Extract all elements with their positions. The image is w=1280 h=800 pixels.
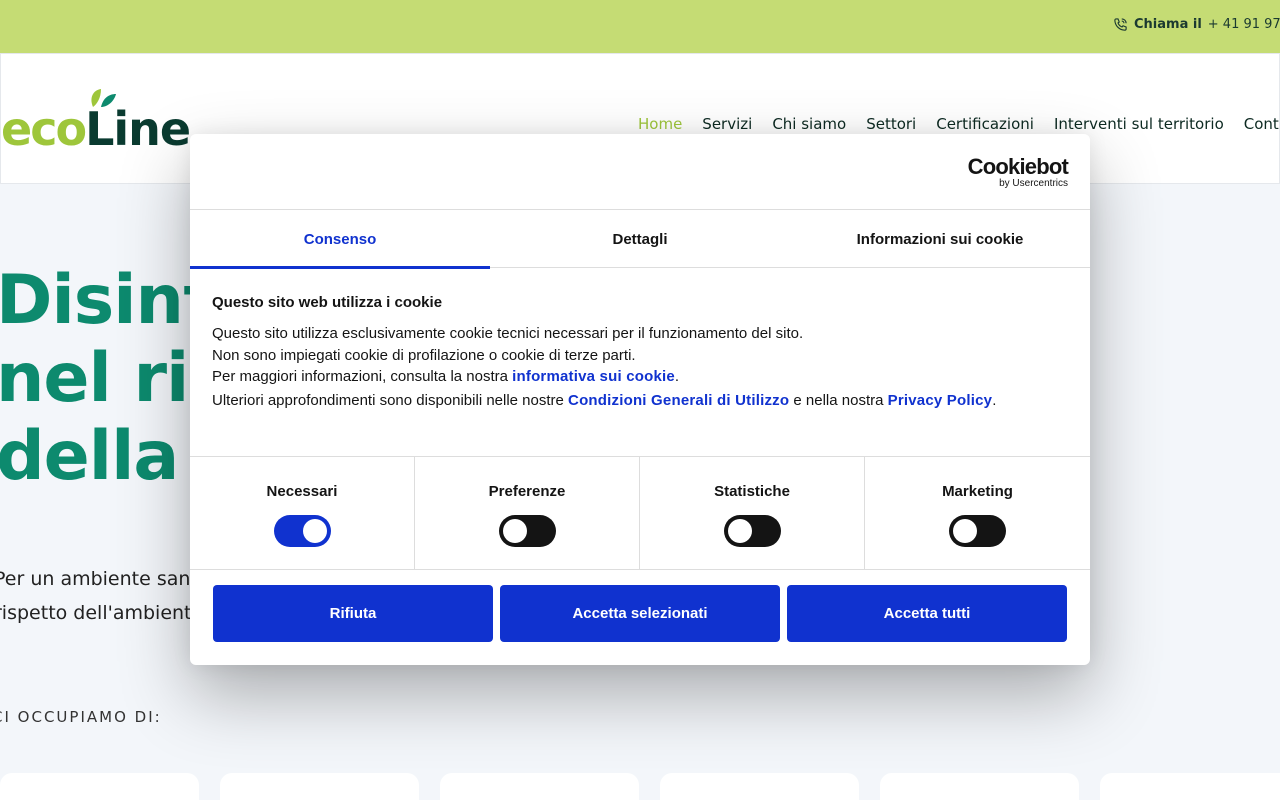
top-bar: Chiama il + 41 91 971 46 [0,0,1280,53]
nav-home[interactable]: Home [638,115,682,133]
nav-chi-siamo[interactable]: Chi siamo [772,115,846,133]
text-segment: . [992,391,997,409]
nav-certificazioni[interactable]: Certificazioni [936,115,1034,133]
tab-informazioni[interactable]: Informazioni sui cookie [790,210,1090,268]
dialog-actions: Rifiuta Accetta selezionati Accetta tutt… [213,585,1067,642]
preferenze-toggle[interactable] [498,515,556,547]
logo-text-line: Line [85,102,191,156]
dialog-tabs: Consenso Dettagli Informazioni sui cooki… [190,210,1090,269]
service-card[interactable] [0,773,199,800]
tab-dettagli[interactable]: Dettagli [490,210,790,268]
section-label: CI OCCUPIAMO DI: [0,708,162,726]
hero-subtitle-line: rispetto dell'ambiente [0,602,204,624]
text-segment: e nella nostra [789,391,888,409]
main-nav: Home Servizi Chi siamo Settori Certifica… [638,115,1279,133]
nav-contatti[interactable]: Conta [1244,115,1279,133]
nav-interventi[interactable]: Interventi sul territorio [1054,115,1224,133]
cookiebot-brand-sub: by Usercentrics [999,178,1068,189]
statistiche-toggle[interactable] [723,515,781,547]
logo-text-eco: eco [1,102,87,156]
category-label: Marketing [942,483,1013,500]
hero-subtitle: Per un ambiente sano rispetto dell'ambie… [0,562,203,630]
marketing-toggle[interactable] [949,515,1006,547]
category-preferenze: Preferenze [415,457,640,570]
dialog-text-line: Per maggiori informazioni, consulta la n… [212,366,1072,388]
toggle-knob [727,519,752,543]
category-label: Necessari [266,483,338,500]
cookie-policy-link[interactable]: informativa sui cookie [512,368,675,385]
hero-subtitle-line: Per un ambiente sano [0,568,203,590]
accept-selected-button[interactable]: Accetta selezionati [500,585,780,642]
call-label: Chiama il [1134,17,1202,32]
tab-consenso[interactable]: Consenso [190,210,490,269]
dialog-text-line: Non sono impiegati cookie di profilazion… [212,346,636,364]
service-card[interactable] [440,773,639,800]
phone-icon [1114,18,1127,31]
toggle-knob [302,519,327,543]
dialog-header: Cookiebot by Usercentrics [190,134,1090,210]
category-label: Statistiche [714,483,790,500]
text-segment: Per maggiori informazioni, consulta la n… [212,368,513,385]
ecoline-logo[interactable]: eco Line [1,88,191,156]
category-marketing: Marketing [865,457,1090,570]
text-segment: . [674,368,680,385]
privacy-policy-link[interactable]: Privacy Policy [888,392,993,409]
service-cards [0,773,1280,800]
phone-number: + 41 91 971 46 [1207,17,1280,32]
category-label: Preferenze [488,483,566,500]
service-card[interactable] [220,773,419,800]
reject-button[interactable]: Rifiuta [213,585,493,642]
category-necessari: Necessari [190,457,415,570]
dialog-heading: Questo sito web utilizza i cookie [212,294,443,311]
category-statistiche: Statistiche [640,457,865,570]
toggle-knob [502,519,527,543]
text-segment: Ulteriori approfondimenti sono disponibi… [212,391,569,409]
dialog-text-line: Ulteriori approfondimenti sono disponibi… [212,390,1072,412]
service-card[interactable] [880,773,1079,800]
service-card[interactable] [1100,773,1280,800]
dialog-text-line: Questo sito utilizza esclusivamente cook… [212,325,804,342]
service-card[interactable] [660,773,859,800]
terms-link[interactable]: Condizioni Generali di Utilizzo [568,392,789,409]
call-link[interactable]: Chiama il + 41 91 971 46 [1113,17,1280,32]
necessari-toggle[interactable] [273,515,331,547]
cookiebot-brand: Cookiebot [967,154,1069,179]
cookie-consent-dialog: Cookiebot by Usercentrics Consenso Detta… [190,134,1090,665]
nav-settori[interactable]: Settori [866,115,916,133]
consent-categories: Necessari Preferenze Statistiche Marketi… [190,456,1090,570]
toggle-knob [953,519,977,543]
leaf-icon [91,89,116,107]
dialog-body: Questo sito web utilizza i cookie Questo… [212,294,1072,411]
accept-all-button[interactable]: Accetta tutti [787,585,1067,642]
nav-servizi[interactable]: Servizi [702,115,752,133]
cookiebot-logo: Cookiebot by Usercentrics [967,154,1069,190]
